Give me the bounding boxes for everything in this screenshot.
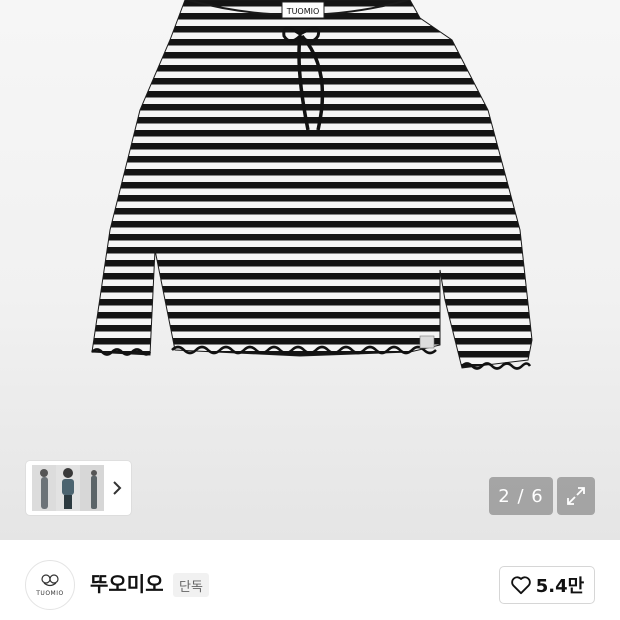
striped-shirt-illustration: TUOMIO [91, 0, 533, 370]
model-figure-image [91, 470, 97, 509]
model-figure-image [62, 468, 74, 509]
thumbnail-strip[interactable] [26, 461, 131, 515]
exclusive-badge: 단독 [173, 573, 209, 597]
brand-name[interactable]: 뚜오미오 [90, 572, 164, 596]
brand-logo-text: TUOMIO [36, 589, 64, 597]
brand-logo[interactable]: TUOMIO [25, 560, 75, 610]
product-image[interactable]: TUOMIO [0, 0, 620, 540]
expand-arrows-icon [567, 487, 585, 505]
like-button[interactable]: 5.4만 [499, 566, 595, 604]
model-figure-image [40, 469, 48, 509]
chevron-right-icon[interactable] [108, 461, 125, 515]
expand-image-button[interactable] [557, 477, 595, 515]
brand-bar: TUOMIO 뚜오미오 단독 5.4만 [0, 540, 620, 620]
thumbnail-item[interactable] [32, 465, 56, 511]
thumbnail-item[interactable] [80, 465, 104, 511]
thumbnail-item[interactable] [56, 465, 80, 511]
image-page-counter: 2 / 6 [489, 477, 553, 515]
heart-outline-icon [511, 576, 531, 595]
brand-logo-mark [41, 573, 59, 586]
like-count: 5.4만 [535, 576, 585, 597]
shirt-tag-text: TUOMIO [286, 7, 320, 16]
thumbnail-list [32, 465, 104, 511]
